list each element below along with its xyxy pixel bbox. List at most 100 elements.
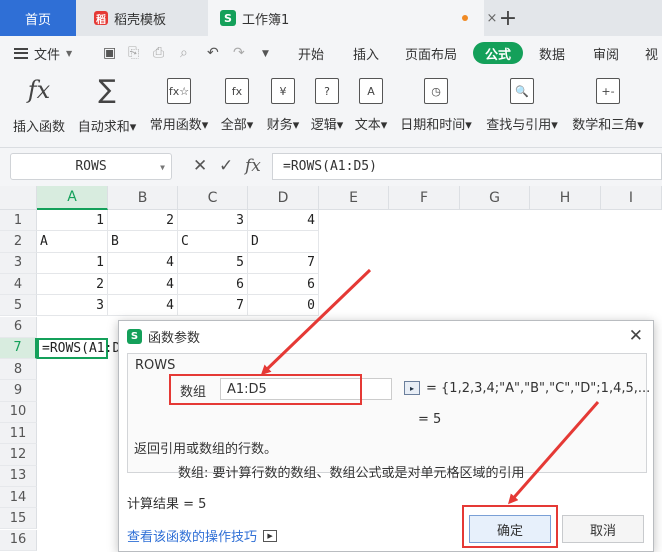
cell-c5[interactable]: 7: [178, 295, 248, 317]
cell-c1[interactable]: 3: [178, 210, 248, 232]
tab-workbook[interactable]: S 工作簿1: [208, 0, 484, 36]
cell-b1[interactable]: 2: [108, 210, 178, 232]
row-header[interactable]: 4: [0, 273, 37, 296]
ok-button[interactable]: 确定: [469, 515, 551, 543]
function-arguments-dialog: S 函数参数 ✕ ROWS 数组 A1:D5 ▸ = {1,2,3,4;"A",…: [118, 320, 654, 552]
row-header[interactable]: 12: [0, 444, 37, 466]
array-input[interactable]: A1:D5: [220, 378, 392, 400]
tab-docer-templates[interactable]: 稻 稻壳模板: [80, 0, 206, 36]
tab-docer-label: 稻壳模板: [114, 12, 167, 28]
format-painter-icon[interactable]: ⎘: [128, 45, 139, 61]
all-functions-button[interactable]: fx 全部▾: [218, 70, 256, 148]
cell-b2[interactable]: B: [108, 231, 178, 253]
quick-access-more-icon[interactable]: ▼: [262, 49, 269, 59]
close-icon[interactable]: ✕: [629, 326, 643, 346]
column-header[interactable]: A: [37, 186, 108, 210]
row-header[interactable]: 2: [0, 231, 37, 253]
date-time-button[interactable]: ◷ 日期和时间▾: [398, 70, 474, 148]
row-header[interactable]: 15: [0, 508, 37, 530]
text-functions-button[interactable]: A 文本▾: [352, 70, 390, 148]
undo-icon[interactable]: ↶: [207, 45, 219, 61]
question-icon: ?: [315, 78, 339, 104]
row-header[interactable]: 13: [0, 465, 37, 487]
logical-button[interactable]: ? 逻辑▾: [308, 70, 346, 148]
cell-a5[interactable]: 3: [37, 295, 108, 317]
cell-a1[interactable]: 1: [37, 210, 108, 232]
row-header[interactable]: 1: [0, 210, 37, 232]
cell-a2[interactable]: A: [37, 231, 108, 253]
cell-d2[interactable]: D: [248, 231, 319, 253]
column-header[interactable]: B: [108, 186, 178, 210]
row-header[interactable]: 6: [0, 316, 37, 338]
result-value: = 5: [418, 412, 442, 427]
cancel-icon[interactable]: ✕: [193, 156, 207, 176]
function-tips-link[interactable]: 查看该函数的操作技巧 ▶: [127, 526, 278, 545]
function-description: 返回引用或数组的行数。: [134, 442, 278, 457]
row-header[interactable]: 7: [0, 337, 37, 360]
cell-c2[interactable]: C: [178, 231, 248, 253]
column-header[interactable]: I: [601, 186, 662, 210]
select-all-corner[interactable]: [0, 186, 37, 210]
text-functions-label: 文本▾: [354, 118, 388, 133]
all-functions-label: 全部▾: [220, 118, 254, 133]
print-icon[interactable]: ⎙: [153, 45, 164, 61]
row-header[interactable]: 14: [0, 486, 37, 509]
function-tips-label: 查看该函数的操作技巧: [127, 530, 258, 545]
cell-b4[interactable]: 4: [108, 273, 178, 296]
save-icon[interactable]: ▣: [103, 45, 116, 61]
tab-formulas[interactable]: 公式: [473, 42, 524, 64]
file-menu[interactable]: 文件 ▼: [14, 36, 72, 70]
cell-a7[interactable]: =ROWS(A1:D: [37, 337, 120, 360]
column-header[interactable]: D: [248, 186, 319, 210]
dialog-title-bar[interactable]: S 函数参数: [119, 321, 655, 351]
fx-icon[interactable]: fx: [245, 156, 261, 176]
cell-b5[interactable]: 4: [108, 295, 178, 317]
cell-d5[interactable]: 0: [248, 295, 319, 317]
tab-view[interactable]: 视: [645, 36, 658, 70]
column-header[interactable]: E: [319, 186, 389, 210]
tab-data[interactable]: 数据: [539, 36, 565, 70]
chevron-down-icon: ▼: [160, 163, 165, 172]
row-header[interactable]: 9: [0, 380, 37, 402]
row-header[interactable]: 5: [0, 295, 37, 317]
common-functions-button[interactable]: fx☆ 常用函数▾: [148, 70, 210, 148]
cell-d1[interactable]: 4: [248, 210, 319, 232]
tab-page-layout[interactable]: 页面布局: [405, 36, 457, 70]
cell-c4[interactable]: 6: [178, 273, 248, 296]
row-header[interactable]: 3: [0, 252, 37, 274]
new-tab-button[interactable]: +: [496, 0, 520, 36]
cell-d4[interactable]: 6: [248, 273, 319, 296]
print-preview-icon[interactable]: ⌕: [180, 45, 188, 61]
row-header[interactable]: 16: [0, 529, 37, 551]
cell-b3[interactable]: 4: [108, 252, 178, 274]
row-header[interactable]: 10: [0, 401, 37, 423]
autosum-button[interactable]: ∑ 自动求和▾: [76, 70, 138, 148]
row-header[interactable]: 11: [0, 423, 37, 445]
lookup-reference-button[interactable]: 🔍 查找与引用▾: [484, 70, 560, 148]
tab-bar: 首页 稻 稻壳模板 S 工作簿1 × +: [0, 0, 662, 36]
column-header[interactable]: F: [389, 186, 460, 210]
cell-a3[interactable]: 1: [37, 252, 108, 274]
row-header[interactable]: 8: [0, 359, 37, 381]
formula-input[interactable]: =ROWS(A1:D5): [272, 153, 662, 180]
name-box[interactable]: ROWS ▼: [10, 153, 172, 180]
cancel-button[interactable]: 取消: [562, 515, 644, 543]
tab-insert[interactable]: 插入: [353, 36, 379, 70]
tab-review[interactable]: 审阅: [593, 36, 619, 70]
math-trig-button[interactable]: +- 数学和三角▾: [570, 70, 646, 148]
cell-a4[interactable]: 2: [37, 273, 108, 296]
insert-function-button[interactable]: fx 插入函数: [10, 70, 68, 148]
column-header[interactable]: H: [530, 186, 601, 210]
range-picker-icon[interactable]: ▸: [404, 381, 420, 395]
autosum-label: 自动求和▾: [77, 120, 137, 135]
cell-d3[interactable]: 7: [248, 252, 319, 274]
spreadsheet-icon: S: [127, 328, 142, 344]
tab-start[interactable]: 开始: [298, 36, 324, 70]
confirm-icon[interactable]: ✓: [219, 156, 233, 176]
column-header[interactable]: G: [460, 186, 530, 210]
cell-c3[interactable]: 5: [178, 252, 248, 274]
column-header[interactable]: C: [178, 186, 248, 210]
financial-button[interactable]: ¥ 财务▾: [264, 70, 302, 148]
redo-icon[interactable]: ↷: [233, 45, 245, 61]
tab-home[interactable]: 首页: [0, 0, 76, 36]
